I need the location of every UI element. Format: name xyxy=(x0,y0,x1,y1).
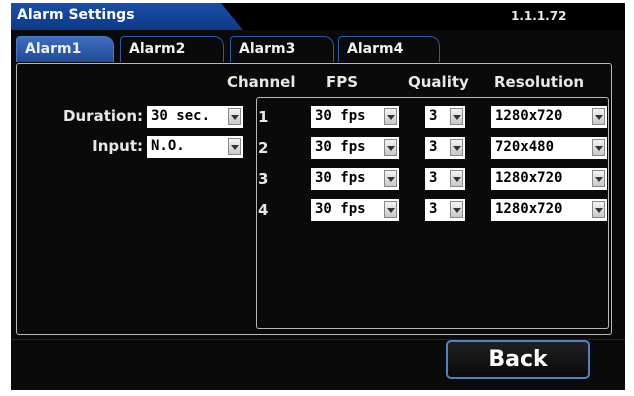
channel-number: 3 xyxy=(258,170,269,188)
alarm-settings-screen: Alarm Settings 1.1.1.72 Alarm1 Alarm2 Al… xyxy=(11,3,625,390)
resolution-value: 1280x720 xyxy=(495,170,563,186)
input-label: Input: xyxy=(92,137,143,155)
resolution-select[interactable]: 720x480 xyxy=(491,137,607,159)
chevron-down-icon[interactable] xyxy=(384,170,397,187)
resolution-value: 1280x720 xyxy=(495,201,563,217)
resolution-select[interactable]: 1280x720 xyxy=(491,199,607,221)
quality-select[interactable]: 3 xyxy=(425,137,465,159)
resolution-value: 720x480 xyxy=(495,139,555,155)
chevron-down-icon[interactable] xyxy=(592,108,605,125)
tab-alarm2[interactable]: Alarm2 xyxy=(120,36,224,62)
chevron-down-icon[interactable] xyxy=(384,108,397,125)
chevron-down-icon[interactable] xyxy=(592,201,605,218)
channel-number: 4 xyxy=(258,201,269,219)
resolution-select[interactable]: 1280x720 xyxy=(491,168,607,190)
resolution-select[interactable]: 1280x720 xyxy=(491,106,607,128)
tab-alarm1[interactable]: Alarm1 xyxy=(16,36,114,62)
header-fps: FPS xyxy=(326,73,359,91)
alarm-tabs: Alarm1 Alarm2 Alarm3 Alarm4 xyxy=(16,36,616,64)
chevron-down-icon[interactable] xyxy=(592,139,605,156)
quality-value: 3 xyxy=(429,139,438,155)
duration-label: Duration: xyxy=(63,107,143,125)
fps-value: 30 fps xyxy=(315,201,366,217)
back-button[interactable]: Back xyxy=(446,340,590,379)
header-resolution: Resolution xyxy=(494,73,585,91)
quality-select[interactable]: 3 xyxy=(425,106,465,128)
fps-select[interactable]: 30 fps xyxy=(311,106,399,128)
chevron-down-icon[interactable] xyxy=(592,170,605,187)
chevron-down-icon[interactable] xyxy=(384,139,397,156)
fps-value: 30 fps xyxy=(315,170,366,186)
chevron-down-icon[interactable] xyxy=(228,138,241,155)
version-label: 1.1.1.72 xyxy=(511,9,567,23)
chevron-down-icon[interactable] xyxy=(450,108,463,125)
fps-select[interactable]: 30 fps xyxy=(311,199,399,221)
duration-select[interactable]: 30 sec. xyxy=(147,106,243,128)
tab-alarm3[interactable]: Alarm3 xyxy=(230,36,334,62)
chevron-down-icon[interactable] xyxy=(384,201,397,218)
chevron-down-icon[interactable] xyxy=(450,170,463,187)
fps-value: 30 fps xyxy=(315,108,366,124)
window-title: Alarm Settings xyxy=(17,7,135,23)
quality-value: 3 xyxy=(429,201,438,217)
header-quality: Quality xyxy=(408,73,469,91)
title-bar: Alarm Settings 1.1.1.72 xyxy=(11,3,625,30)
chevron-down-icon[interactable] xyxy=(450,201,463,218)
channel-number: 2 xyxy=(258,139,269,157)
resolution-value: 1280x720 xyxy=(495,108,563,124)
quality-select[interactable]: 3 xyxy=(425,168,465,190)
quality-select[interactable]: 3 xyxy=(425,199,465,221)
chevron-down-icon[interactable] xyxy=(450,139,463,156)
tab-alarm4[interactable]: Alarm4 xyxy=(338,36,440,62)
fps-select[interactable]: 30 fps xyxy=(311,137,399,159)
fps-select[interactable]: 30 fps xyxy=(311,168,399,190)
input-select[interactable]: N.O. xyxy=(147,136,243,158)
duration-value: 30 sec. xyxy=(151,108,211,124)
quality-value: 3 xyxy=(429,170,438,186)
input-value: N.O. xyxy=(151,138,185,154)
chevron-down-icon[interactable] xyxy=(228,108,241,125)
fps-value: 30 fps xyxy=(315,139,366,155)
quality-value: 3 xyxy=(429,108,438,124)
channel-number: 1 xyxy=(258,108,269,126)
header-channel: Channel xyxy=(227,73,296,91)
